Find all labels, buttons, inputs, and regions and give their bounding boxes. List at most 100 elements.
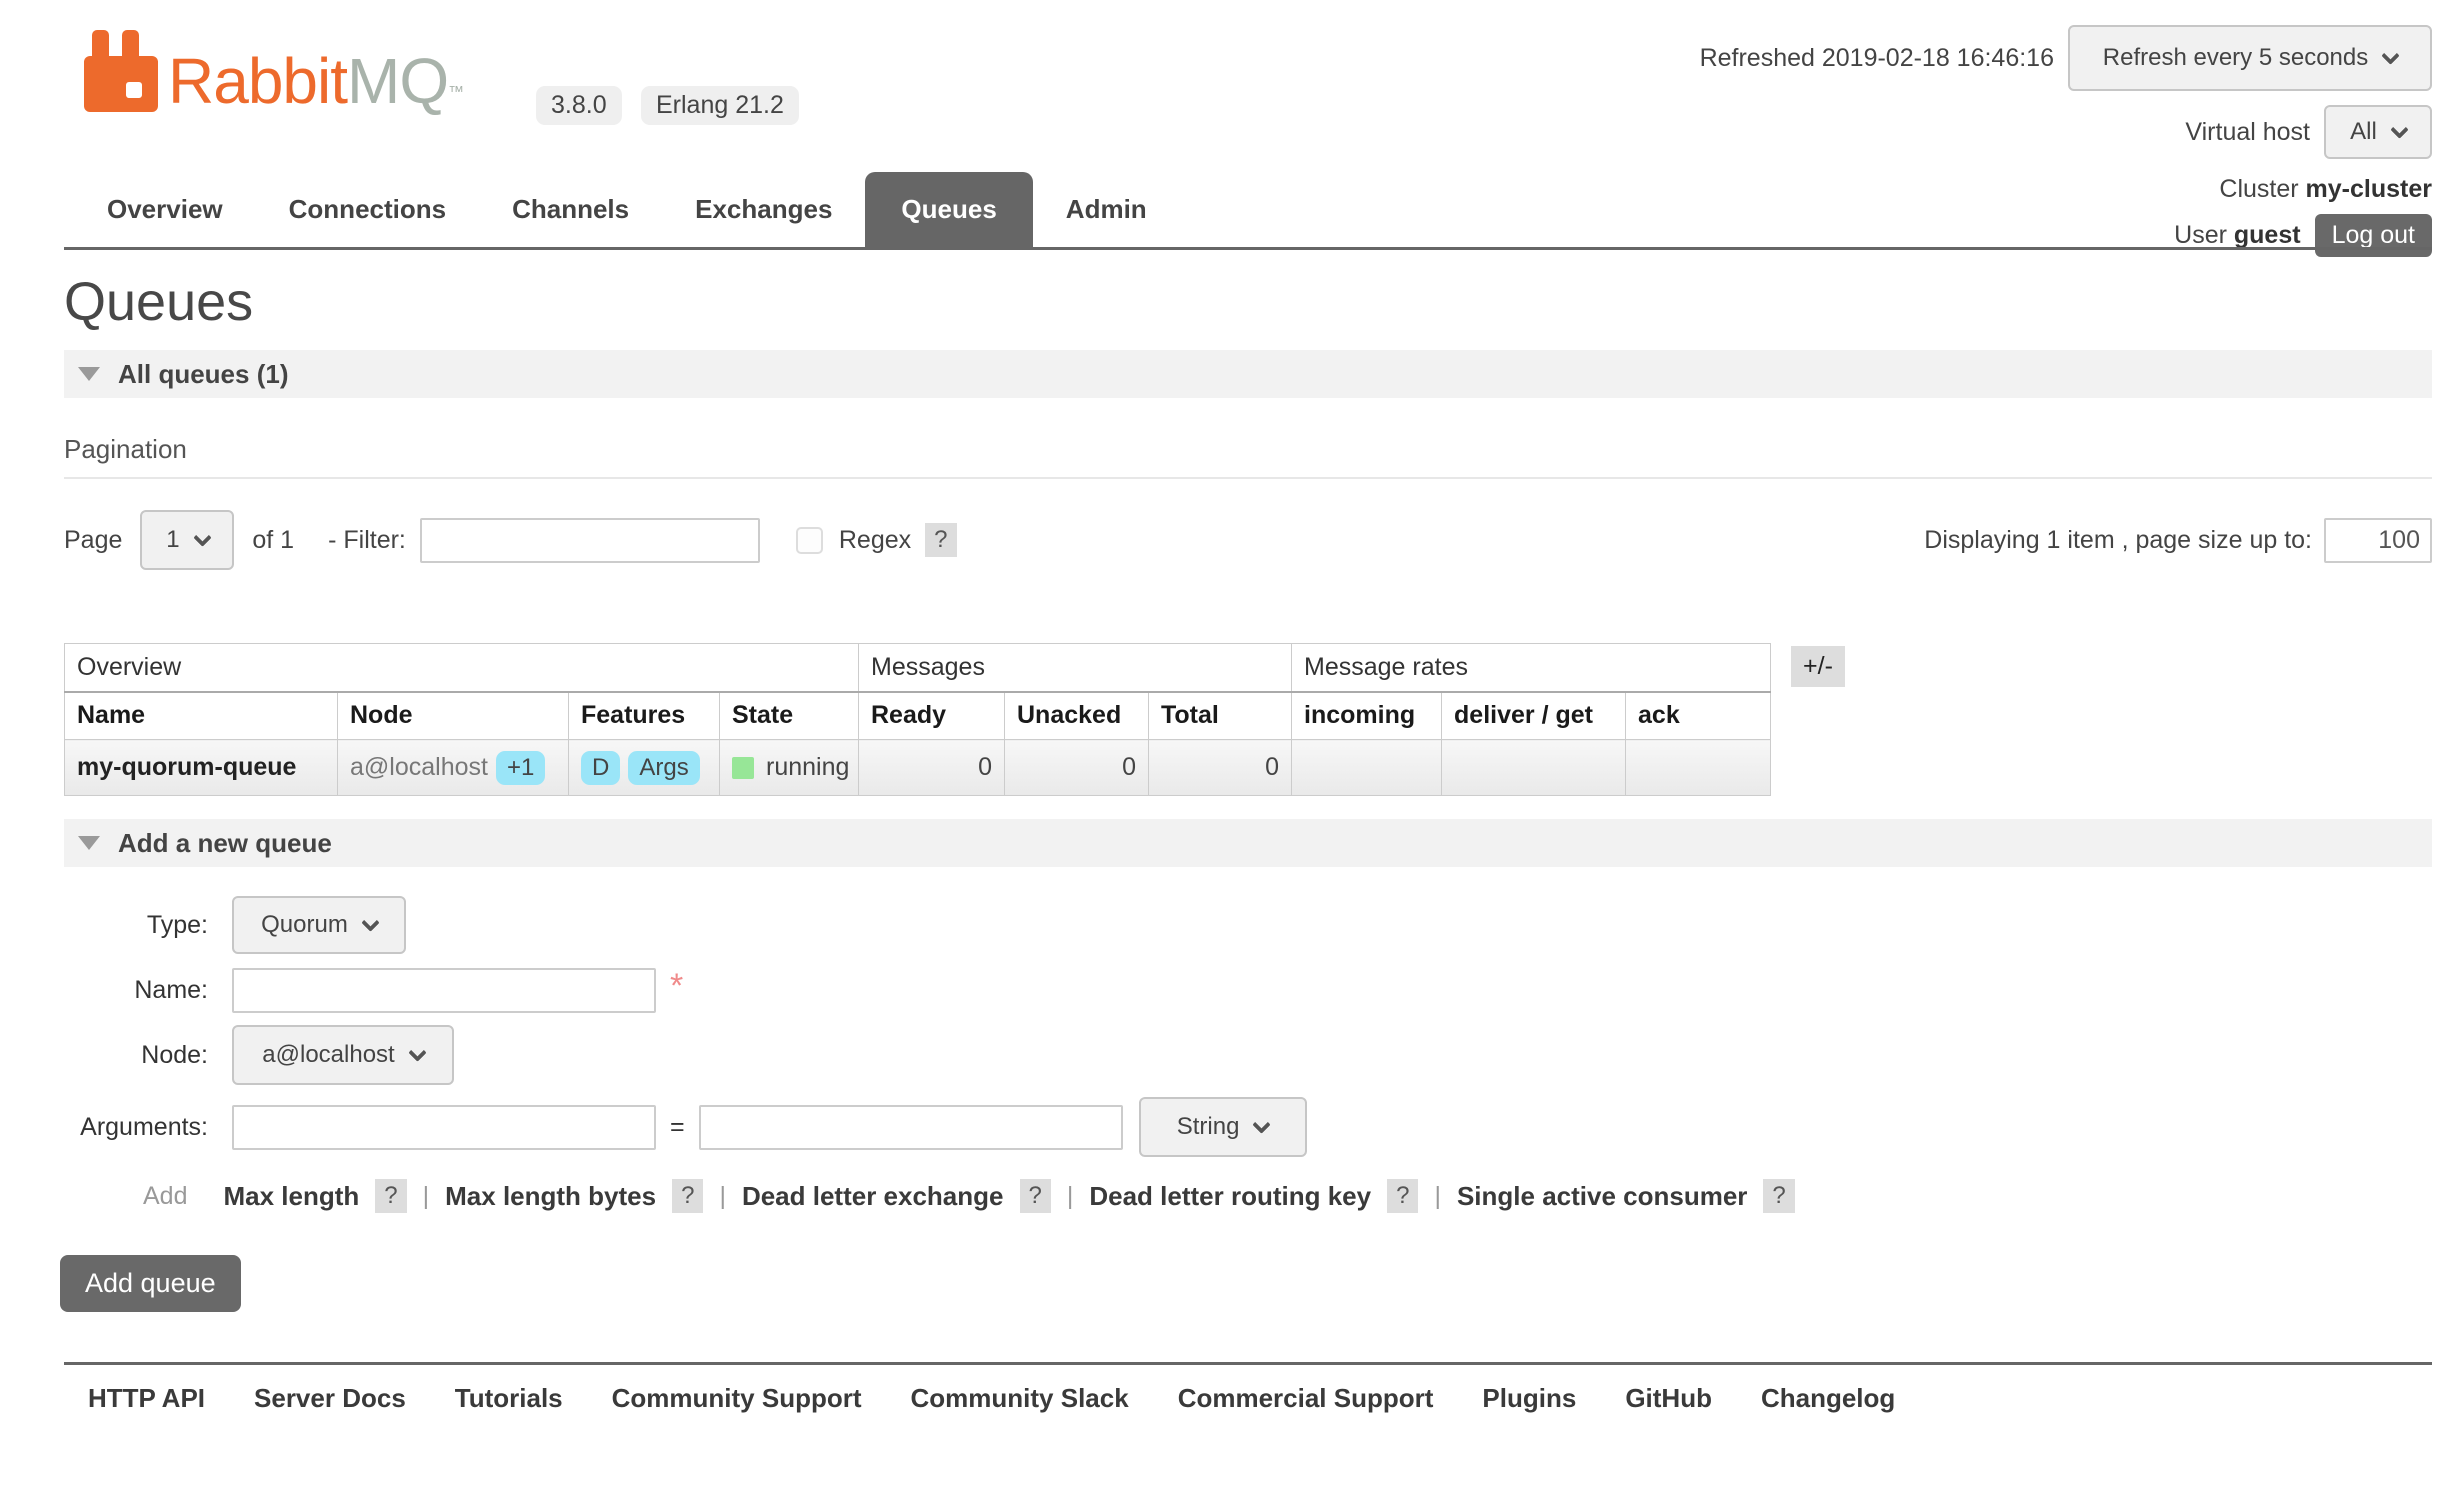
add-argument-link[interactable]: Add	[143, 1182, 187, 1211]
help-icon[interactable]: ?	[1020, 1179, 1051, 1213]
col-deliver-get[interactable]: deliver / get	[1442, 692, 1626, 740]
queues-table-wrap: Overview Messages Message rates Name Nod…	[64, 643, 2432, 796]
queue-name-input[interactable]	[232, 968, 656, 1013]
tab-connections[interactable]: Connections	[256, 172, 479, 247]
footer-link-tutorials[interactable]: Tutorials	[455, 1383, 563, 1414]
argument-type-select[interactable]: String	[1139, 1097, 1307, 1157]
feature-durable-badge: D	[581, 751, 620, 785]
chevron-down-icon	[361, 913, 379, 931]
shortcut-dead-letter-exchange[interactable]: Dead letter exchange	[742, 1181, 1004, 1212]
footer-link-github[interactable]: GitHub	[1625, 1383, 1712, 1414]
footer-link-server-docs[interactable]: Server Docs	[254, 1383, 406, 1414]
ack-rate	[1626, 740, 1771, 796]
help-icon[interactable]: ?	[375, 1179, 406, 1213]
shortcut-single-active-consumer[interactable]: Single active consumer	[1457, 1181, 1747, 1212]
col-node[interactable]: Node	[338, 692, 569, 740]
col-features[interactable]: Features	[569, 692, 720, 740]
refreshed-timestamp: Refreshed 2019-02-18 16:46:16	[1700, 44, 2054, 73]
tab-queues[interactable]: Queues	[865, 172, 1032, 247]
col-incoming[interactable]: incoming	[1292, 692, 1442, 740]
queue-type-value: Quorum	[261, 911, 348, 939]
footer-link-changelog[interactable]: Changelog	[1761, 1383, 1895, 1414]
group-messages: Messages	[859, 644, 1292, 692]
pagination-controls: Page 1 of 1 - Filter: Regex ? Displaying…	[64, 509, 2432, 571]
col-ready[interactable]: Ready	[859, 692, 1005, 740]
page-size-input[interactable]	[2324, 518, 2432, 563]
col-total[interactable]: Total	[1149, 692, 1292, 740]
ready-count: 0	[859, 740, 1005, 796]
tab-admin[interactable]: Admin	[1033, 172, 1180, 247]
col-unacked[interactable]: Unacked	[1005, 692, 1149, 740]
rabbit-icon	[84, 30, 158, 112]
separator: |	[1067, 1182, 1074, 1211]
argument-value-input[interactable]	[699, 1105, 1123, 1150]
filter-label: - Filter:	[328, 526, 406, 555]
chevron-down-icon	[408, 1043, 426, 1061]
main-nav: Overview Connections Channels Exchanges …	[64, 172, 2432, 250]
unacked-count: 0	[1005, 740, 1149, 796]
regex-help-icon[interactable]: ?	[925, 523, 956, 557]
of-pages-label: of 1	[252, 526, 294, 555]
add-queue-button[interactable]: Add queue	[60, 1255, 241, 1312]
footer-link-community-support[interactable]: Community Support	[612, 1383, 862, 1414]
footer-link-community-slack[interactable]: Community Slack	[911, 1383, 1129, 1414]
chevron-down-icon	[1253, 1115, 1271, 1133]
add-queue-section-header[interactable]: Add a new queue	[64, 819, 2432, 867]
displaying-label: Displaying 1 item , page size up to:	[1924, 526, 2312, 555]
tab-channels[interactable]: Channels	[479, 172, 662, 247]
name-label: Name:	[64, 976, 208, 1005]
help-icon[interactable]: ?	[672, 1179, 703, 1213]
separator: |	[423, 1182, 430, 1211]
erlang-badge: Erlang 21.2	[641, 86, 799, 125]
page-title: Queues	[64, 270, 2432, 334]
argument-shortcuts: Add Max length ? | Max length bytes ? | …	[64, 1179, 2432, 1213]
main-content: Queues All queues (1) Pagination Page 1 …	[64, 270, 2432, 1312]
tab-exchanges[interactable]: Exchanges	[662, 172, 865, 247]
version-badge: 3.8.0	[536, 86, 622, 125]
virtual-host-label: Virtual host	[2185, 118, 2310, 147]
queue-name-link[interactable]: my-quorum-queue	[77, 753, 296, 781]
add-queue-label: Add a new queue	[118, 828, 332, 859]
queues-table: Overview Messages Message rates Name Nod…	[64, 643, 1771, 796]
column-toggle-button[interactable]: +/-	[1791, 646, 1845, 687]
virtual-host-select[interactable]: All	[2324, 105, 2432, 159]
brand-trademark: ™	[448, 84, 463, 101]
footer-link-commercial-support[interactable]: Commercial Support	[1178, 1383, 1434, 1414]
equals-sign: =	[670, 1113, 685, 1142]
filter-input[interactable]	[420, 518, 760, 563]
argument-key-input[interactable]	[232, 1105, 656, 1150]
virtual-host-value: All	[2350, 118, 2377, 146]
feature-args-badge: Args	[628, 751, 699, 785]
help-icon[interactable]: ?	[1763, 1179, 1794, 1213]
shortcut-max-length[interactable]: Max length	[223, 1181, 359, 1212]
help-icon[interactable]: ?	[1387, 1179, 1418, 1213]
header: RabbitMQ™ 3.8.0 Erlang 21.2 Refreshed 20…	[0, 0, 2458, 252]
col-name[interactable]: Name	[65, 692, 338, 740]
shortcut-dead-letter-routing-key[interactable]: Dead letter routing key	[1089, 1181, 1371, 1212]
page-select[interactable]: 1	[140, 510, 234, 570]
type-label: Type:	[64, 911, 208, 940]
queue-node-select[interactable]: a@localhost	[232, 1025, 454, 1085]
shortcut-max-length-bytes[interactable]: Max length bytes	[445, 1181, 656, 1212]
table-row: my-quorum-queue a@localhost+1 DArgs runn…	[65, 740, 1771, 796]
page-select-value: 1	[166, 526, 179, 554]
footer-link-plugins[interactable]: Plugins	[1482, 1383, 1576, 1414]
queue-type-select[interactable]: Quorum	[232, 896, 406, 954]
add-queue-form: Type: Quorum Name: * Node: a@localhost A…	[64, 896, 2432, 1312]
col-state[interactable]: State	[720, 692, 859, 740]
brand-mq: MQ	[347, 45, 448, 117]
all-queues-section-header[interactable]: All queues (1)	[64, 350, 2432, 398]
queue-features-cell: DArgs	[569, 740, 720, 796]
rabbitmq-logo[interactable]: RabbitMQ™	[84, 30, 463, 112]
required-marker: *	[670, 967, 683, 1006]
running-state-icon	[732, 757, 754, 779]
node-plus-badge: +1	[496, 751, 545, 785]
tab-overview[interactable]: Overview	[74, 172, 256, 247]
footer-link-http-api[interactable]: HTTP API	[88, 1383, 205, 1414]
argument-type-value: String	[1177, 1113, 1240, 1141]
regex-checkbox[interactable]	[796, 527, 823, 554]
queue-state-cell: running	[720, 740, 859, 796]
col-ack[interactable]: ack	[1626, 692, 1771, 740]
refresh-interval-select[interactable]: Refresh every 5 seconds	[2068, 25, 2432, 91]
total-count: 0	[1149, 740, 1292, 796]
